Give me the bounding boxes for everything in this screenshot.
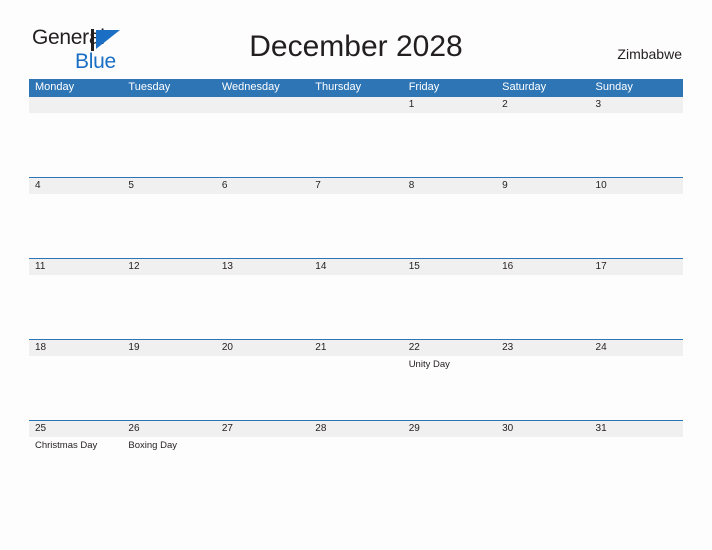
- day-number[interactable]: 5: [122, 178, 215, 194]
- day-number[interactable]: [29, 97, 122, 113]
- day-number[interactable]: 26: [122, 421, 215, 437]
- day-event: [496, 437, 589, 452]
- day-event: [216, 356, 309, 371]
- day-number[interactable]: 10: [590, 178, 683, 194]
- day-number[interactable]: [309, 97, 402, 113]
- day-event: [590, 275, 683, 278]
- day-number[interactable]: 27: [216, 421, 309, 437]
- weekday-thursday: Thursday: [315, 81, 362, 93]
- day-event: [122, 194, 215, 197]
- day-event: [309, 194, 402, 197]
- day-number[interactable]: 4: [29, 178, 122, 194]
- day-event: [216, 194, 309, 197]
- day-event: [29, 275, 122, 278]
- day-number[interactable]: 29: [403, 421, 496, 437]
- day-event: [122, 113, 215, 116]
- day-number[interactable]: 3: [590, 97, 683, 113]
- day-number[interactable]: 30: [496, 421, 589, 437]
- weekday-monday: Monday: [35, 81, 75, 93]
- day-number[interactable]: [216, 97, 309, 113]
- day-event: [29, 194, 122, 197]
- day-number[interactable]: 24: [590, 340, 683, 356]
- day-event: [590, 194, 683, 197]
- week-event-band: [29, 113, 683, 116]
- day-number[interactable]: 25: [29, 421, 122, 437]
- day-event: [403, 113, 496, 116]
- day-number[interactable]: 17: [590, 259, 683, 275]
- day-event: [590, 437, 683, 452]
- day-event: [122, 275, 215, 278]
- day-event: [309, 113, 402, 116]
- week-row: 1 2 3: [29, 96, 683, 177]
- day-event: [309, 356, 402, 371]
- week-event-band: Unity Day: [29, 356, 683, 371]
- day-number[interactable]: 19: [122, 340, 215, 356]
- day-number[interactable]: 12: [122, 259, 215, 275]
- week-date-band: 4 5 6 7 8 9 10: [29, 177, 683, 194]
- day-number[interactable]: 22: [403, 340, 496, 356]
- weekday-header-row: Monday Tuesday Wednesday Thursday Friday…: [29, 79, 683, 96]
- weekday-friday: Friday: [408, 81, 440, 93]
- day-number[interactable]: 21: [309, 340, 402, 356]
- day-number[interactable]: 14: [309, 259, 402, 275]
- week-row: 4 5 6 7 8 9 10: [29, 177, 683, 258]
- day-event: [590, 356, 683, 371]
- day-number[interactable]: 8: [403, 178, 496, 194]
- weekday-tuesday: Tuesday: [128, 81, 171, 93]
- day-number[interactable]: 13: [216, 259, 309, 275]
- day-event: [403, 275, 496, 278]
- day-number[interactable]: [122, 97, 215, 113]
- country-label: Zimbabwe: [617, 46, 682, 62]
- day-event: [122, 356, 215, 371]
- day-event: [29, 113, 122, 116]
- day-event: [496, 356, 589, 371]
- day-event: [216, 113, 309, 116]
- week-event-band: Christmas Day Boxing Day: [29, 437, 683, 452]
- week-date-band: 1 2 3: [29, 96, 683, 113]
- weekday-wednesday: Wednesday: [221, 81, 280, 93]
- day-number[interactable]: 2: [496, 97, 589, 113]
- day-event: Boxing Day: [128, 440, 178, 451]
- day-event: [309, 437, 402, 452]
- page-header: General Blue December 2028 Zimbabwe: [0, 0, 712, 78]
- day-number[interactable]: 6: [216, 178, 309, 194]
- day-number[interactable]: 7: [309, 178, 402, 194]
- day-number[interactable]: 15: [403, 259, 496, 275]
- day-number[interactable]: 9: [496, 178, 589, 194]
- day-number[interactable]: 31: [590, 421, 683, 437]
- weekday-sunday: Sunday: [595, 81, 633, 93]
- day-event: [309, 275, 402, 278]
- day-event: [403, 437, 496, 452]
- week-row: 11 12 13 14 15 16 17: [29, 258, 683, 339]
- day-event: Christmas Day: [35, 440, 98, 451]
- day-event: [403, 194, 496, 197]
- weekday-saturday: Saturday: [502, 81, 547, 93]
- day-number[interactable]: 20: [216, 340, 309, 356]
- week-row: 18 19 20 21 22 23 24 Unity Day: [29, 339, 683, 420]
- day-number[interactable]: 11: [29, 259, 122, 275]
- day-event: [29, 356, 122, 371]
- day-event: [216, 437, 309, 452]
- week-date-band: 25 26 27 28 29 30 31: [29, 420, 683, 437]
- page-title: December 2028: [249, 30, 463, 63]
- day-number[interactable]: 28: [309, 421, 402, 437]
- day-number[interactable]: 1: [403, 97, 496, 113]
- week-row: 25 26 27 28 29 30 31 Christmas Day Boxin…: [29, 420, 683, 480]
- day-number[interactable]: 18: [29, 340, 122, 356]
- day-event: [496, 194, 589, 197]
- week-event-band: [29, 275, 683, 278]
- day-number[interactable]: 23: [496, 340, 589, 356]
- day-event: [590, 113, 683, 116]
- day-event: [496, 275, 589, 278]
- week-event-band: [29, 194, 683, 197]
- day-event: Unity Day: [408, 359, 450, 370]
- day-number[interactable]: 16: [496, 259, 589, 275]
- calendar-grid: Monday Tuesday Wednesday Thursday Friday…: [29, 79, 683, 480]
- day-event: [216, 275, 309, 278]
- day-event: [496, 113, 589, 116]
- week-date-band: 18 19 20 21 22 23 24: [29, 339, 683, 356]
- week-date-band: 11 12 13 14 15 16 17: [29, 258, 683, 275]
